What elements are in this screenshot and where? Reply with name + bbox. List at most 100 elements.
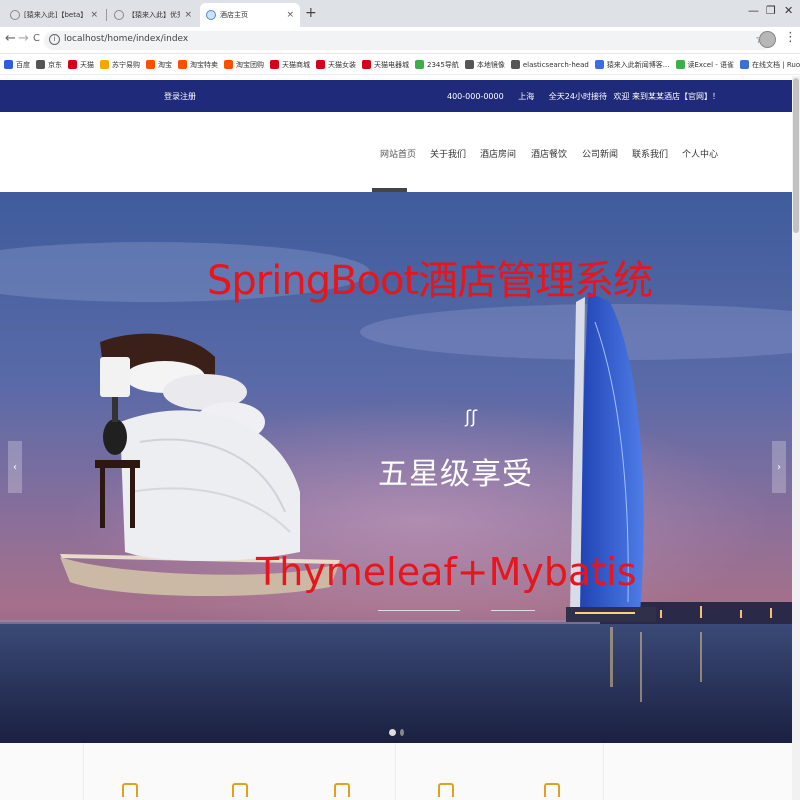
new-tab-button[interactable]: + bbox=[305, 5, 317, 21]
browser-tab-active[interactable]: 酒店主页 × bbox=[200, 3, 300, 27]
bookmark-favicon-icon bbox=[270, 60, 279, 69]
bookmark-item[interactable]: 天猫 bbox=[68, 60, 94, 70]
bookmark-favicon-icon bbox=[362, 60, 371, 69]
feature-icon bbox=[232, 783, 248, 797]
feature-icon bbox=[438, 783, 454, 797]
bookmark-label: 百度 bbox=[16, 60, 30, 69]
bookmark-label: 淘宝团购 bbox=[236, 60, 264, 69]
info-icon[interactable]: i bbox=[49, 34, 60, 45]
scrollbar-thumb[interactable] bbox=[793, 78, 799, 233]
bookmark-item[interactable]: 2345导航 bbox=[415, 60, 459, 70]
page-favicon-icon bbox=[206, 10, 216, 20]
bookmark-favicon-icon bbox=[675, 60, 685, 69]
close-icon[interactable]: × bbox=[90, 10, 98, 20]
service-hours: 全天24小时接待 bbox=[548, 92, 607, 101]
feature-icon bbox=[334, 783, 350, 797]
phone-number: 400-000-0000 bbox=[447, 92, 504, 101]
close-icon[interactable]: × bbox=[184, 10, 192, 20]
forward-arrow-icon[interactable]: → bbox=[18, 31, 29, 46]
bookmark-item[interactable]: 淘宝特卖 bbox=[178, 60, 218, 70]
back-arrow-icon[interactable]: ← bbox=[5, 31, 16, 46]
nav-item-profile[interactable]: 个人中心 bbox=[682, 147, 718, 160]
bookmark-label: 天猫电器城 bbox=[374, 60, 409, 69]
bookmark-favicon-icon bbox=[36, 60, 45, 69]
bookmark-label: 天猫女装 bbox=[328, 60, 356, 69]
banner-title: SpringBoot酒店管理系统 bbox=[207, 258, 653, 304]
nav-item-dining[interactable]: 酒店餐饮 bbox=[531, 147, 567, 160]
feature-icon bbox=[122, 783, 138, 797]
nav-item-contact[interactable]: 联系我们 bbox=[632, 147, 668, 160]
carousel-prev-button[interactable]: ‹ bbox=[8, 441, 22, 493]
nav-item-news[interactable]: 公司新闻 bbox=[582, 147, 618, 160]
maximize-button[interactable]: ❐ bbox=[766, 4, 776, 17]
bookmark-item[interactable]: 苏宁易购 bbox=[100, 60, 140, 70]
carousel-dot-active[interactable] bbox=[389, 729, 396, 736]
bookmark-item[interactable]: 天猫电器城 bbox=[362, 60, 409, 70]
page-favicon-icon bbox=[114, 10, 124, 20]
login-register-link[interactable]: 登录注册 bbox=[164, 91, 196, 102]
welcome-text: 欢迎 来到某某酒店【官网】！ bbox=[613, 92, 721, 101]
bookmark-label: 淘宝特卖 bbox=[190, 60, 218, 69]
bookmark-favicon-icon bbox=[510, 60, 520, 69]
reload-icon[interactable]: C bbox=[33, 33, 40, 44]
bookmark-label: 苏宁易购 bbox=[112, 60, 140, 69]
bookmark-label: elasticsearch-head bbox=[522, 60, 589, 69]
bookmark-label: 天猫 bbox=[80, 60, 94, 69]
nav-item-rooms[interactable]: 酒店房间 bbox=[480, 147, 516, 160]
slogan-divider-left bbox=[378, 610, 460, 611]
bookmark-favicon-icon bbox=[740, 60, 750, 69]
bookmark-favicon-icon bbox=[100, 60, 109, 69]
url-text[interactable]: localhost/home/index/index bbox=[64, 34, 188, 44]
bookmark-item[interactable]: 天猫商城 bbox=[270, 60, 310, 70]
bookmark-favicon-icon bbox=[178, 60, 187, 69]
bookmark-label: 读Excel - 语雀 bbox=[687, 60, 735, 69]
tab-title: 酒店主页 bbox=[220, 11, 248, 19]
bookmark-item[interactable]: elasticsearch-head bbox=[510, 60, 589, 69]
close-window-button[interactable]: ✕ bbox=[784, 4, 793, 17]
bookmark-item[interactable]: 淘宝团购 bbox=[224, 60, 264, 70]
bookmark-label: 2345导航 bbox=[427, 60, 459, 69]
bookmark-item[interactable]: 读Excel - 语雀 bbox=[675, 60, 735, 70]
bookmark-label: 在线文档 | RuoYi bbox=[752, 60, 800, 69]
bookmark-item[interactable]: 天猫女装 bbox=[316, 60, 356, 70]
site-top-bar: 登录注册 400-000-0000 上海 全天24小时接待 欢迎 来到某某酒店【… bbox=[0, 80, 800, 112]
bookmark-label: 本地镜像 bbox=[476, 60, 505, 69]
bookmark-item[interactable]: 京东 bbox=[36, 60, 62, 70]
bookmark-label: 京东 bbox=[48, 60, 62, 69]
bookmark-favicon-icon bbox=[464, 60, 474, 69]
bookmark-favicon-icon bbox=[146, 60, 155, 69]
banner-slogan: 五星级享受 bbox=[378, 457, 533, 492]
banner-subtitle: Thymeleaf+Mybatis bbox=[256, 550, 637, 594]
carousel-dot[interactable] bbox=[400, 729, 404, 736]
minimize-button[interactable]: — bbox=[748, 4, 759, 17]
menu-dots-icon[interactable]: ⋮ bbox=[784, 30, 797, 45]
profile-avatar[interactable] bbox=[759, 31, 776, 48]
browser-tab[interactable]: [猿来入此]【beta】多用户版IT项目 × bbox=[4, 3, 104, 27]
bookmark-item[interactable]: 在线文档 | RuoYi bbox=[740, 60, 800, 70]
url-bar[interactable]: i localhost/home/index/index ☆ bbox=[44, 31, 772, 50]
nav-item-home[interactable]: 网站首页 bbox=[380, 147, 416, 160]
bookmark-favicon-icon bbox=[4, 60, 13, 69]
bookmark-item[interactable]: 猿来入此新闻博客... bbox=[594, 60, 670, 70]
page-favicon-icon bbox=[10, 10, 20, 20]
ornament-icon: ʃʃ bbox=[465, 407, 478, 428]
tab-title: [猿来入此]【beta】多用户版IT项目 bbox=[24, 11, 87, 19]
bookmark-item[interactable]: 淘宝 bbox=[146, 60, 172, 70]
carousel-next-button[interactable]: › bbox=[772, 441, 786, 493]
close-icon[interactable]: × bbox=[286, 10, 294, 20]
bookmark-item[interactable]: 百度 bbox=[4, 60, 30, 70]
site-navigation: 网站首页 关于我们 酒店房间 酒店餐饮 公司新闻 联系我们 个人中心 bbox=[0, 112, 800, 192]
feature-icon bbox=[544, 783, 560, 797]
address-bar-row: ← → C i localhost/home/index/index ☆ bbox=[0, 27, 800, 54]
browser-tab[interactable]: 【猿来入此】优秀学员作品：Sp × bbox=[108, 3, 198, 27]
bookmark-label: 天猫商城 bbox=[282, 60, 310, 69]
bookmark-label: 淘宝 bbox=[158, 60, 172, 69]
bookmark-favicon-icon bbox=[68, 60, 77, 69]
city-label: 上海 bbox=[518, 92, 535, 101]
feature-strip bbox=[0, 743, 800, 800]
bookmark-item[interactable]: 本地镜像 bbox=[464, 60, 505, 70]
nav-item-about[interactable]: 关于我们 bbox=[430, 147, 466, 160]
bookmark-label: 猿来入此新闻博客... bbox=[606, 60, 670, 69]
bookmarks-bar: 百度 京东 天猫 苏宁易购 淘宝 淘宝特卖 淘宝团购 天猫商城 天猫女装 天猫电器城 2345导航 本… bbox=[0, 55, 800, 75]
browser-tab-strip: [猿来入此]【beta】多用户版IT项目 × 【猿来入此】优秀学员作品：Sp ×… bbox=[0, 0, 800, 27]
